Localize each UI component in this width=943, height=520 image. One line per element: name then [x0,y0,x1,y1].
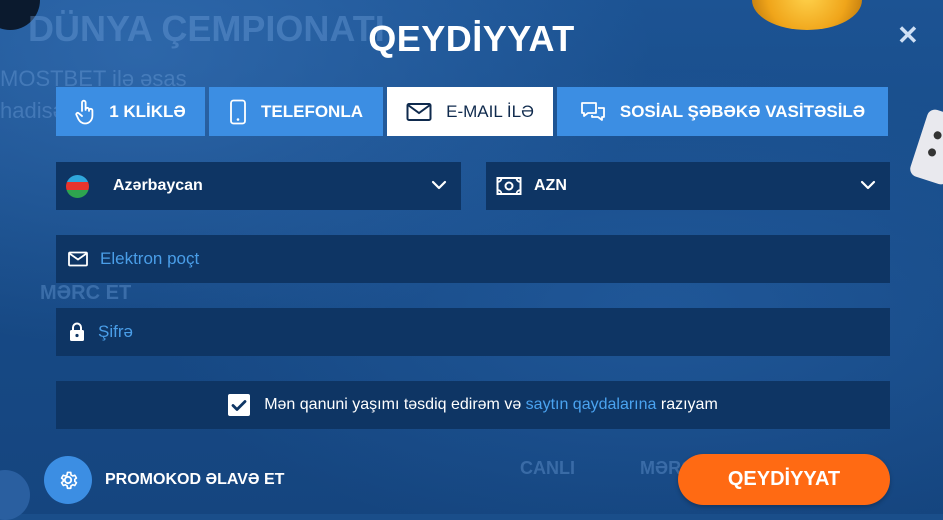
chevron-down-icon [860,178,876,196]
add-promocode-button[interactable]: PROMOKOD ƏLAVƏ ET [44,456,284,504]
country-select[interactable]: Azərbaycan [56,162,461,210]
tab-label: TELEFONLA [261,101,363,121]
smartphone-icon [229,99,247,125]
agreement-checkbox[interactable] [228,394,251,416]
site-rules-link[interactable]: saytın qaydalarına [526,396,657,413]
tab-one-click[interactable]: 1 KLİKLƏ [56,87,205,136]
chevron-down-icon [431,178,447,196]
agreement-text-before: Mən qanuni yaşımı təsdiq edirəm və [264,396,522,413]
password-input[interactable] [96,321,800,343]
register-button[interactable]: QEYDİYYAT [678,454,890,505]
promocode-label: PROMOKOD ƏLAVƏ ET [105,471,285,488]
envelope-icon [406,102,432,122]
agreement-text-after: razıyam [660,396,718,413]
tab-phone[interactable]: TELEFONLA [209,87,383,136]
email-input[interactable] [98,248,802,270]
close-icon[interactable]: ✕ [897,20,919,51]
age-agreement: Mən qanuni yaşımı təsdiq edirəm və saytı… [56,381,890,429]
tab-email[interactable]: E-MAIL İLƏ [387,87,553,136]
lock-icon [68,322,86,342]
banknote-icon [496,176,522,196]
tab-label: SOSİAL ŞƏBƏKƏ VASİTƏSİLƏ [619,101,866,121]
registration-tabs: 1 KLİKLƏ TELEFONLA E-MAIL İLƏ SOSİAL ŞƏB… [56,87,888,136]
email-field [56,235,890,283]
hand-pointer-icon [75,99,95,125]
chat-bubbles-icon [580,101,606,123]
gear-icon [44,456,92,504]
password-field [56,308,890,356]
background-text: MƏRC ET [40,282,132,304]
country-value: Azərbaycan [113,177,203,194]
currency-value: AZN [534,177,567,194]
tab-social[interactable]: SOSİAL ŞƏBƏKƏ VASİTƏSİLƏ [557,87,888,136]
modal-title: QEYDİYYAT [368,18,575,59]
tab-label: E-MAIL İLƏ [446,101,534,121]
checkmark-icon [231,399,247,411]
background-text: CANLI [520,458,575,478]
envelope-icon [68,251,88,267]
currency-select[interactable]: AZN [486,162,890,210]
azerbaijan-flag-icon [66,174,89,198]
tab-label: 1 KLİKLƏ [109,101,186,121]
agreement-text: Mən qanuni yaşımı təsdiq edirəm və saytı… [264,396,718,414]
